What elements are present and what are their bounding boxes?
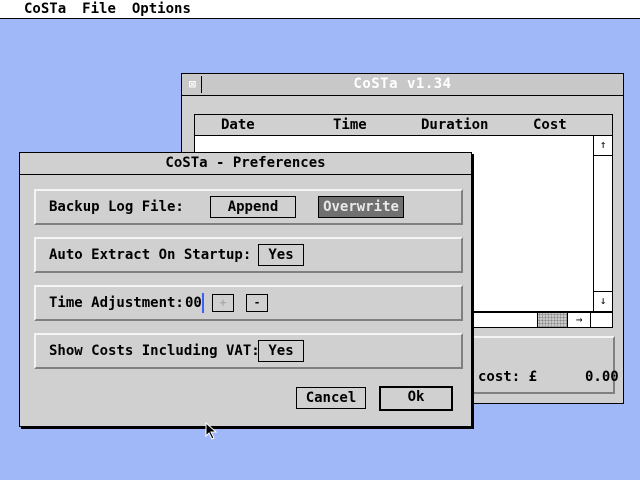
total-cost-label: cost: £ — [478, 369, 538, 385]
mouse-pointer-icon — [205, 422, 218, 440]
close-icon[interactable]: ⊠ — [184, 76, 202, 93]
column-header: Date Time Duration Cost — [194, 114, 613, 136]
auto-extract-label: Auto Extract On Startup: — [49, 247, 252, 263]
backup-log-row: Backup Log File: Append Overwrite — [34, 189, 463, 225]
scroll-up-arrow-icon[interactable]: ↑ — [594, 136, 612, 156]
menu-options[interactable]: Options — [132, 0, 191, 18]
show-costs-vat-row: Show Costs Including VAT: Yes — [34, 333, 463, 369]
menu-bar: CoSTa File Options — [0, 0, 640, 19]
time-adjustment-value[interactable]: 00 — [185, 295, 202, 311]
show-costs-vat-toggle[interactable]: Yes — [258, 340, 304, 362]
total-cost-value: 0.00 — [585, 369, 619, 385]
column-date[interactable]: Date — [221, 117, 255, 133]
scroll-right-arrow-icon[interactable]: → — [567, 313, 591, 327]
menu-costa[interactable]: CoSTa — [24, 0, 66, 18]
column-duration[interactable]: Duration — [421, 117, 488, 133]
menu-file[interactable]: File — [82, 0, 116, 18]
show-costs-vat-label: Show Costs Including VAT: — [49, 343, 260, 359]
ok-button[interactable]: Ok — [379, 386, 453, 411]
column-time[interactable]: Time — [333, 117, 367, 133]
overwrite-button[interactable]: Overwrite — [318, 196, 404, 218]
time-adjustment-row: Time Adjustment: 00 + - — [34, 285, 463, 321]
time-adjustment-label: Time Adjustment: — [49, 295, 184, 311]
auto-extract-toggle[interactable]: Yes — [258, 244, 304, 266]
preferences-dialog: CoSTa - Preferences Backup Log File: App… — [19, 152, 472, 427]
main-window-titlebar[interactable]: ⊠ CoSTa v1.34 — [182, 74, 623, 96]
cancel-button[interactable]: Cancel — [296, 387, 366, 409]
scroll-down-arrow-icon[interactable]: ↓ — [594, 291, 612, 311]
horizontal-scroll-thumb[interactable] — [537, 313, 567, 327]
preferences-title[interactable]: CoSTa - Preferences — [20, 153, 471, 175]
column-cost[interactable]: Cost — [533, 117, 567, 133]
vertical-scrollbar[interactable]: ↑ ↓ — [593, 136, 613, 312]
increment-button[interactable]: + — [212, 294, 234, 312]
auto-extract-row: Auto Extract On Startup: Yes — [34, 237, 463, 273]
backup-log-label: Backup Log File: — [49, 199, 184, 215]
decrement-button[interactable]: - — [246, 294, 268, 312]
main-window-title: CoSTa v1.34 — [353, 76, 452, 92]
append-button[interactable]: Append — [210, 196, 296, 218]
text-cursor — [202, 293, 204, 313]
